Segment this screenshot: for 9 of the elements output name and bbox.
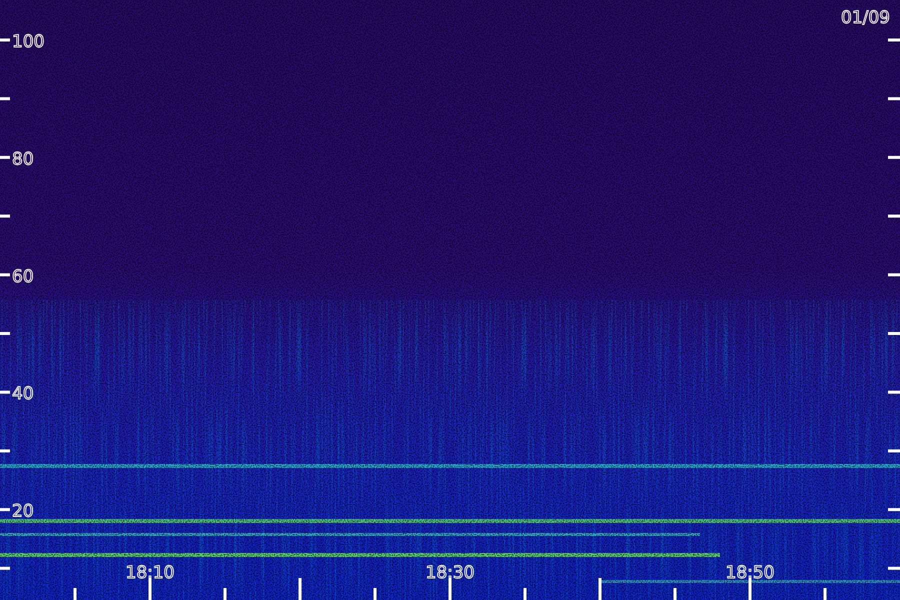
- y-axis-label: 20: [12, 502, 34, 522]
- x-axis-label: 18:10: [126, 563, 174, 583]
- y-axis-label: 60: [12, 266, 34, 287]
- y-axis-label: 100: [12, 32, 44, 52]
- date-label: 01/09: [841, 8, 890, 28]
- y-axis-label: 40: [12, 384, 34, 404]
- x-axis-label: 18:30: [426, 563, 474, 583]
- x-axis-label: 18:50: [726, 563, 774, 583]
- y-axis-label: 80: [12, 149, 34, 170]
